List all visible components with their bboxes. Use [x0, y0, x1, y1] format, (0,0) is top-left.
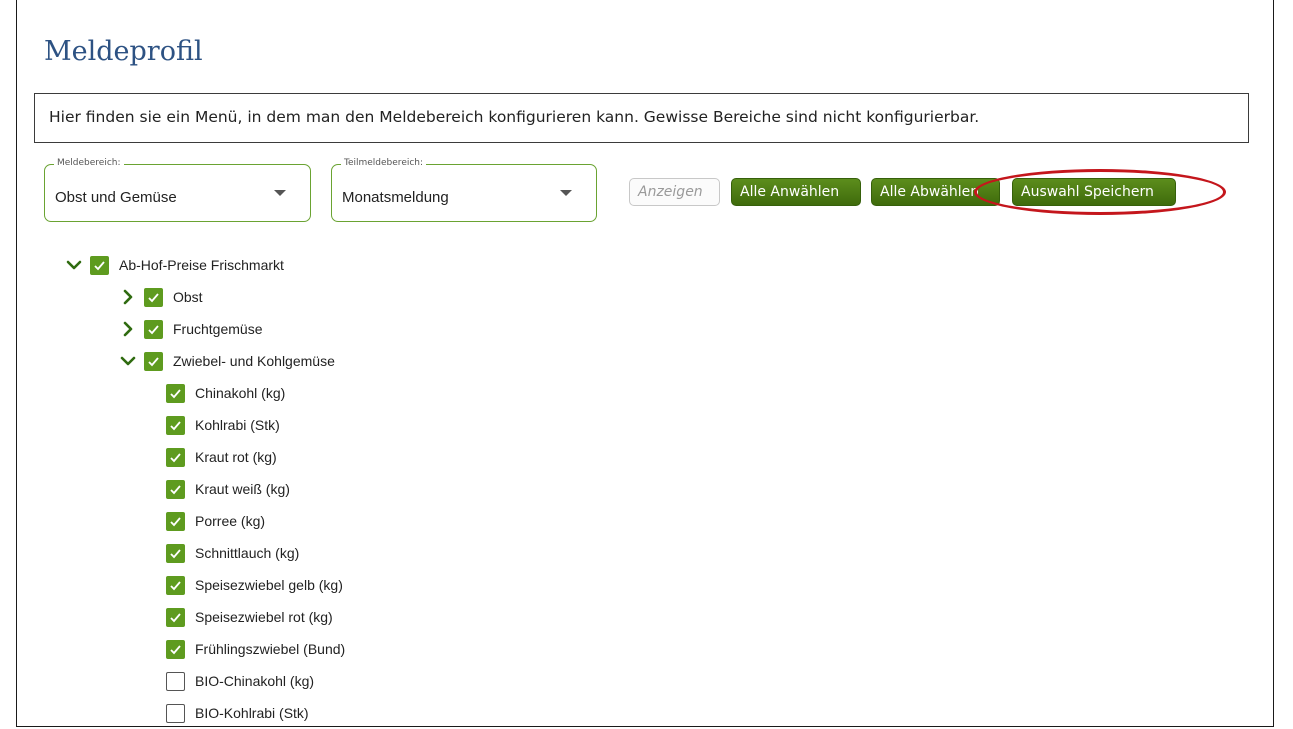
- checkbox-unchecked[interactable]: [166, 671, 185, 691]
- meldebereich-value: Obst und Gemüse: [55, 189, 177, 206]
- checkbox-checked[interactable]: [144, 287, 163, 307]
- tree-node-root[interactable]: Ab-Hof-Preise Frischmarkt: [64, 253, 284, 277]
- anzeigen-button[interactable]: Anzeigen: [629, 178, 720, 206]
- checkbox-checked[interactable]: [166, 511, 185, 531]
- tree-item[interactable]: Kraut rot (kg): [166, 445, 277, 469]
- tree-node-label: Fruchtgemüse: [173, 321, 263, 337]
- auswahl-speichern-button[interactable]: Auswahl Speichern: [1012, 178, 1176, 206]
- chevron-down-icon[interactable]: [118, 351, 138, 371]
- meldebereich-select[interactable]: Meldebereich: Obst und Gemüse: [44, 158, 311, 222]
- checkbox-checked[interactable]: [144, 351, 163, 371]
- page-title: Meldeprofil: [44, 36, 203, 68]
- teilmeldebereich-select[interactable]: Teilmeldebereich: Monatsmeldung: [331, 158, 597, 222]
- tree-item-label: Frühlingszwiebel (Bund): [195, 641, 346, 657]
- tree-item[interactable]: Frühlingszwiebel (Bund): [166, 637, 345, 661]
- tree-item-label: Speisezwiebel gelb (kg): [195, 577, 343, 593]
- checkbox-checked[interactable]: [166, 607, 185, 627]
- tree-node-label: Ab-Hof-Preise Frischmarkt: [119, 257, 284, 273]
- tree-node-label: Obst: [173, 289, 203, 305]
- tree-item[interactable]: Schnittlauch (kg): [166, 541, 299, 565]
- tree-node-obst[interactable]: Obst: [118, 285, 203, 309]
- checkbox-checked[interactable]: [166, 479, 185, 499]
- tree-item[interactable]: Speisezwiebel rot (kg): [166, 605, 333, 629]
- checkbox-checked[interactable]: [166, 639, 185, 659]
- tree-item[interactable]: Porree (kg): [166, 509, 265, 533]
- chevron-right-icon[interactable]: [118, 287, 138, 307]
- tree-item[interactable]: Kraut weiß (kg): [166, 477, 290, 501]
- chevron-right-icon[interactable]: [118, 319, 138, 339]
- chevron-down-icon: [274, 190, 286, 196]
- tree-item[interactable]: Kohlrabi (Stk): [166, 413, 280, 437]
- teilmeldebereich-label: Teilmeldebereich:: [341, 158, 427, 168]
- teilmeldebereich-value: Monatsmeldung: [342, 189, 449, 206]
- tree-item-label: Kraut rot (kg): [195, 449, 277, 465]
- checkbox-checked[interactable]: [166, 415, 185, 435]
- checkbox-checked[interactable]: [90, 255, 109, 275]
- tree-node-zwiebel-kohlgemuese[interactable]: Zwiebel- und Kohlgemüse: [118, 349, 335, 373]
- tree-item-label: Kraut weiß (kg): [195, 481, 290, 497]
- checkbox-checked[interactable]: [166, 575, 185, 595]
- tree-node-fruchtgemuese[interactable]: Fruchtgemüse: [118, 317, 262, 341]
- checkbox-checked[interactable]: [166, 383, 185, 403]
- tree-item-label: Porree (kg): [195, 513, 266, 529]
- meldebereich-label: Meldebereich:: [54, 158, 124, 168]
- tree-item[interactable]: Chinakohl (kg): [166, 381, 285, 405]
- checkbox-unchecked[interactable]: [166, 703, 185, 723]
- tree-item[interactable]: BIO-Chinakohl (kg): [166, 669, 314, 693]
- tree-item[interactable]: Speisezwiebel gelb (kg): [166, 573, 343, 597]
- chevron-down-icon: [560, 190, 572, 196]
- alle-anwaehlen-button[interactable]: Alle Anwählen: [731, 178, 861, 206]
- tree-item-label: BIO-Kohlrabi (Stk): [195, 705, 309, 721]
- tree-node-label: Zwiebel- und Kohlgemüse: [173, 353, 335, 369]
- checkbox-checked[interactable]: [166, 447, 185, 467]
- tree-item-label: Schnittlauch (kg): [195, 545, 300, 561]
- tree-item-label: Chinakohl (kg): [195, 385, 286, 401]
- tree-item-label: Kohlrabi (Stk): [195, 417, 280, 433]
- tree-item-label: BIO-Chinakohl (kg): [195, 673, 315, 689]
- alle-abwaehlen-button[interactable]: Alle Abwählen: [871, 178, 1000, 206]
- tree-item-label: Speisezwiebel rot (kg): [195, 609, 333, 625]
- info-box: Hier finden sie ein Menü, in dem man den…: [34, 93, 1249, 143]
- checkbox-checked[interactable]: [166, 543, 185, 563]
- checkbox-checked[interactable]: [144, 319, 163, 339]
- tree-item[interactable]: BIO-Kohlrabi (Stk): [166, 701, 309, 725]
- chevron-down-icon[interactable]: [64, 255, 84, 275]
